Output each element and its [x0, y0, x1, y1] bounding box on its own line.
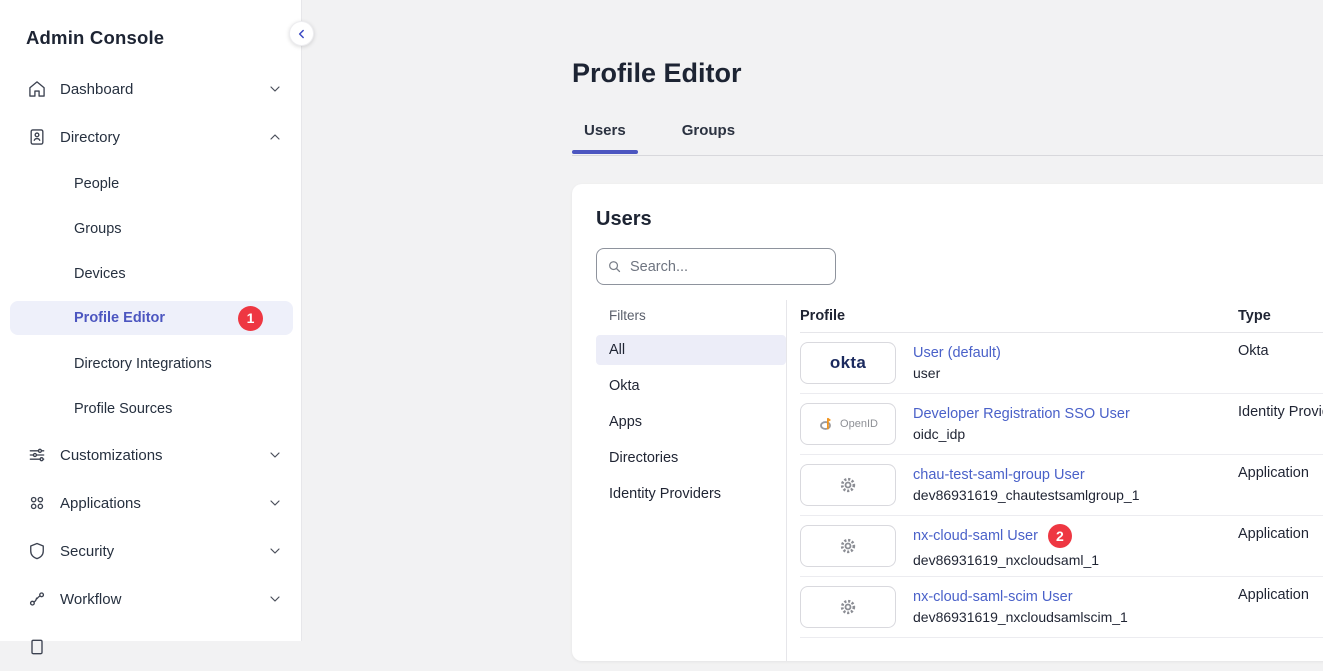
table-header: Profile Type — [800, 300, 1323, 333]
sidebar-item-directory[interactable]: Directory — [8, 113, 293, 161]
sidebar-item-label: Directory Integrations — [74, 356, 212, 372]
sidebar-item-label: Applications — [60, 495, 141, 512]
profile-subtitle: dev86931619_nxcloudsamlscim_1 — [913, 609, 1221, 625]
sidebar-item-profile-sources[interactable]: Profile Sources — [8, 386, 293, 431]
tab-bar: Users Groups — [572, 122, 779, 153]
sidebar-item-security[interactable]: Security — [8, 527, 293, 575]
table-row: nx-cloud-saml User 2 dev86931619_nxcloud… — [800, 516, 1323, 577]
profile-subtitle: dev86931619_nxcloudsaml_1 — [913, 552, 1221, 568]
shield-icon — [27, 541, 47, 561]
filter-directories[interactable]: Directories — [596, 443, 786, 473]
filter-list: All Okta Apps Directories Identity Provi… — [596, 335, 786, 509]
sidebar-item-label: Dashboard — [60, 81, 133, 98]
chevron-down-icon — [267, 591, 283, 607]
profile-link[interactable]: Developer Registration SSO User — [913, 406, 1130, 422]
sidebar-item-label: Profile Sources — [74, 401, 172, 417]
profile-link[interactable]: nx-cloud-saml-scim User — [913, 589, 1073, 605]
workflow-icon — [27, 589, 47, 609]
sidebar-collapse-button[interactable] — [289, 21, 314, 46]
filter-all[interactable]: All — [596, 335, 786, 365]
page-title: Profile Editor — [572, 58, 742, 89]
sidebar-item-reports[interactable] — [8, 623, 293, 671]
reports-icon — [27, 637, 47, 657]
sidebar-item-label: Workflow — [60, 591, 121, 608]
profile-link[interactable]: nx-cloud-saml User — [913, 528, 1038, 544]
sliders-icon — [27, 445, 47, 465]
chevron-up-icon — [267, 129, 283, 145]
tab-users[interactable]: Users — [572, 122, 638, 153]
sidebar-item-people[interactable]: People — [8, 161, 293, 206]
chevron-down-icon — [267, 495, 283, 511]
home-icon — [27, 79, 47, 99]
table-row: okta User (default) user Okta — [800, 333, 1323, 394]
sidebar-item-profile-editor[interactable]: Profile Editor 1 — [10, 301, 293, 335]
annotation-badge-2: 2 — [1048, 524, 1072, 548]
users-panel: Users Filters All Okta Apps Directories … — [572, 184, 1323, 661]
search-input[interactable] — [630, 259, 825, 275]
okta-logo: okta — [800, 342, 896, 384]
sidebar-item-label: Groups — [74, 221, 122, 237]
sidebar-item-label: Devices — [74, 266, 126, 282]
search-icon — [607, 259, 622, 274]
app-logo-placeholder — [800, 586, 896, 628]
openid-glyph-icon — [818, 415, 836, 433]
search-box[interactable] — [596, 248, 836, 285]
sidebar-nav: Dashboard Directory People Groups Device… — [0, 65, 301, 671]
profile-type: Identity Provider — [1238, 404, 1323, 420]
sidebar-item-groups[interactable]: Groups — [8, 206, 293, 251]
openid-logo: OpenID — [800, 403, 896, 445]
apps-grid-icon — [27, 493, 47, 513]
chevron-down-icon — [267, 447, 283, 463]
column-header-profile: Profile — [800, 308, 1221, 324]
sidebar-item-label: People — [74, 176, 119, 192]
profile-subtitle: oidc_idp — [913, 426, 1221, 442]
panel-columns: Filters All Okta Apps Directories Identi… — [572, 300, 1323, 661]
gear-icon — [838, 475, 858, 495]
annotation-badge-1: 1 — [238, 306, 263, 331]
chevron-left-icon — [295, 27, 309, 41]
profile-type: Application — [1238, 587, 1323, 603]
table-row: chau-test-saml-group User dev86931619_ch… — [800, 455, 1323, 516]
sidebar-item-devices[interactable]: Devices — [8, 251, 293, 296]
gear-icon — [838, 597, 858, 617]
sidebar-item-label: Customizations — [60, 447, 163, 464]
app-logo-placeholder — [800, 525, 896, 567]
main-content: Profile Editor Users Groups Users Filter… — [302, 0, 1323, 641]
gear-icon — [838, 536, 858, 556]
panel-heading: Users — [596, 208, 652, 231]
profile-type: Application — [1238, 465, 1323, 481]
filter-identity-providers[interactable]: Identity Providers — [596, 479, 786, 509]
profile-link[interactable]: User (default) — [913, 345, 1001, 361]
tab-divider — [572, 155, 1323, 156]
table-row: nx-cloud-saml-scim User dev86931619_nxcl… — [800, 577, 1323, 638]
profiles-table: Profile Type okta User (default) user Ok… — [787, 300, 1323, 661]
sidebar-item-label: Security — [60, 543, 114, 560]
sidebar-item-directory-integrations[interactable]: Directory Integrations — [8, 341, 293, 386]
sidebar-item-label: Directory — [60, 129, 120, 146]
column-header-type: Type — [1238, 308, 1323, 324]
sidebar: Admin Console Dashboard Directory People… — [0, 0, 302, 641]
tab-groups[interactable]: Groups — [670, 122, 747, 153]
id-badge-icon — [27, 127, 47, 147]
sidebar-item-applications[interactable]: Applications — [8, 479, 293, 527]
app-logo-placeholder — [800, 464, 896, 506]
profile-link[interactable]: chau-test-saml-group User — [913, 467, 1085, 483]
sidebar-item-customizations[interactable]: Customizations — [8, 431, 293, 479]
profile-type: Application — [1238, 526, 1323, 542]
table-row: OpenID Developer Registration SSO User o… — [800, 394, 1323, 455]
sidebar-item-dashboard[interactable]: Dashboard — [8, 65, 293, 113]
chevron-down-icon — [267, 81, 283, 97]
profile-type: Okta — [1238, 343, 1323, 359]
sidebar-item-label: Profile Editor — [74, 310, 165, 326]
sidebar-item-workflow[interactable]: Workflow — [8, 575, 293, 623]
filters-column: Filters All Okta Apps Directories Identi… — [572, 300, 787, 661]
filter-okta[interactable]: Okta — [596, 371, 786, 401]
chevron-down-icon — [267, 543, 283, 559]
profile-subtitle: user — [913, 365, 1221, 381]
profile-subtitle: dev86931619_chautestsamlgroup_1 — [913, 487, 1221, 503]
app-title: Admin Console — [0, 0, 301, 49]
filter-apps[interactable]: Apps — [596, 407, 786, 437]
filters-label: Filters — [596, 308, 786, 323]
